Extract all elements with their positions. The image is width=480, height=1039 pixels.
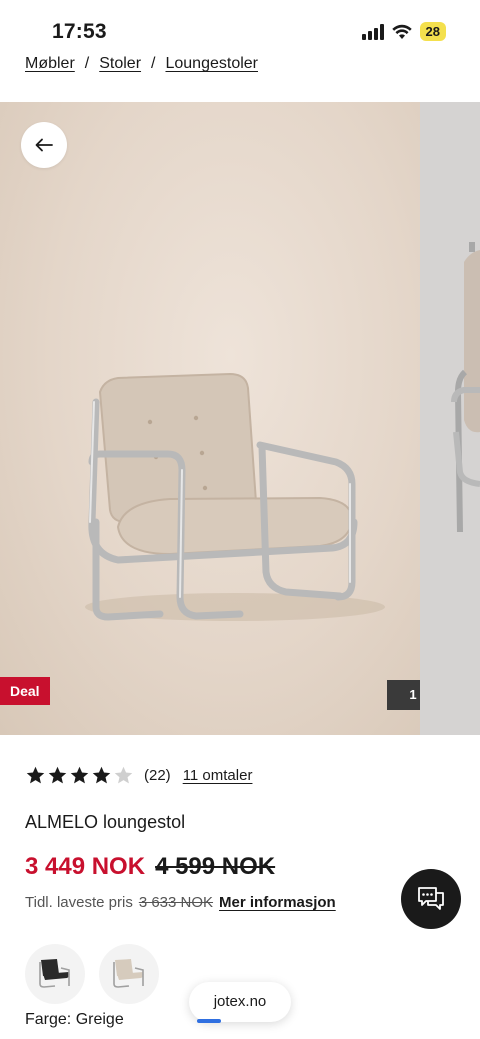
selected-color-label: Farge: Greige xyxy=(25,1011,124,1028)
lowest-price-label: Tidl. laveste pris xyxy=(25,894,133,911)
rating-row: (22) 11 omtaler xyxy=(25,765,252,786)
original-price: 4 599 NOK xyxy=(155,853,276,880)
breadcrumb-link-mobler[interactable]: Møbler xyxy=(25,55,75,73)
arrow-left-icon xyxy=(35,138,53,152)
reviews-link[interactable]: 11 omtaler xyxy=(183,767,253,784)
breadcrumb-link-loungestoler[interactable]: Loungestoler xyxy=(165,55,258,73)
price-row: 3 449 NOK 4 599 NOK xyxy=(25,853,275,881)
more-info-link[interactable]: Mer informasjon xyxy=(219,894,336,911)
breadcrumb: Møbler / Stoler / Loungestoler xyxy=(25,55,258,73)
status-bar: 17:53 28 xyxy=(0,0,480,52)
signal-icon xyxy=(361,23,384,40)
greige-chair-thumbnail xyxy=(113,959,144,988)
lowest-price-value: 3 633 NOK xyxy=(138,894,214,911)
black-chair-thumbnail xyxy=(39,959,70,988)
star-filled-icon xyxy=(92,766,111,784)
back-button[interactable] xyxy=(21,122,67,168)
star-rating xyxy=(25,765,134,786)
product-image[interactable]: Deal 1 /11 xyxy=(0,102,460,735)
product-title: ALMELO loungestol xyxy=(25,812,186,832)
star-empty-icon xyxy=(114,766,133,784)
wifi-icon xyxy=(391,24,412,39)
chair-illustration xyxy=(85,372,385,621)
chair-preview-illustration xyxy=(451,242,480,533)
star-filled-icon xyxy=(26,766,45,784)
color-swatch-black[interactable] xyxy=(25,944,85,1004)
lowest-price-row: Tidl. laveste pris 3 633 NOK Mer informa… xyxy=(25,894,336,911)
chat-bubbles-icon xyxy=(418,887,444,910)
battery-indicator: 28 xyxy=(419,22,446,41)
status-icons: 28 xyxy=(361,22,446,41)
color-swatch-greige[interactable] xyxy=(99,944,159,1004)
breadcrumb-separator: / xyxy=(151,55,156,72)
breadcrumb-separator: / xyxy=(84,55,90,72)
url-loading-indicator xyxy=(197,1019,221,1023)
browser-url-pill[interactable]: jotex.no xyxy=(189,982,291,1022)
next-product-image[interactable] xyxy=(420,102,480,735)
rating-count: (22) xyxy=(144,767,171,784)
star-filled-icon xyxy=(48,766,67,784)
deal-badge: Deal xyxy=(0,677,50,705)
breadcrumb-link-stoler[interactable]: Stoler xyxy=(99,55,141,73)
current-price: 3 449 NOK xyxy=(25,853,146,880)
chat-button[interactable] xyxy=(401,869,461,929)
star-filled-icon xyxy=(70,766,89,784)
product-gallery[interactable]: Deal 1 /11 xyxy=(0,102,480,735)
status-time: 17:53 xyxy=(52,20,107,43)
